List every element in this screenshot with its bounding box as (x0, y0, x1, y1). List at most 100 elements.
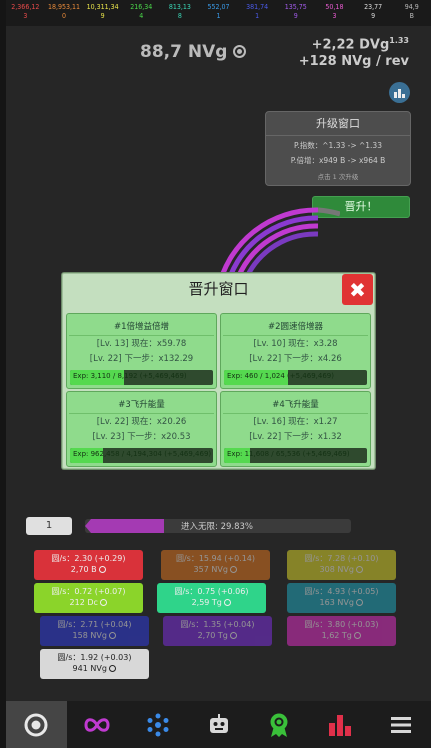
robot-icon (209, 713, 228, 733)
ring-currency-icon (100, 599, 108, 606)
generator-button[interactable]: 圆/s：2.71 (+0.04) 158 NVg (40, 616, 149, 646)
infinity-progress-bar: 进入无限: 29.83% (85, 519, 351, 533)
ring-currency-icon (109, 665, 117, 672)
card-line: [Lv. 22] 下一步：x1.32 (249, 432, 342, 442)
ring-stat: 23,77 9 (354, 0, 393, 26)
promotion-card[interactable]: #3飞升能量 [Lv. 22] 现在：x20.26 [Lv. 23] 下一步：x… (66, 391, 217, 467)
ring-count: B (409, 12, 414, 20)
ring-value: 552,07 (207, 3, 230, 11)
ring-value: 50,18 (325, 3, 344, 11)
generator-button[interactable]: 圆/s：15.94 (+0.14) 357 NVg (161, 550, 270, 580)
promotion-card[interactable]: #2圆速倍增器 [Lv. 10] 现在：x3.28 [Lv. 22] 下一步：x… (220, 313, 371, 389)
nav-tab-robot[interactable] (188, 701, 249, 748)
stats-icon[interactable] (389, 82, 410, 103)
generator-amount-value: 212 Dc (69, 598, 98, 607)
nav-tab-rings[interactable] (6, 701, 67, 748)
ring-currency-icon (233, 45, 247, 58)
infinity-level-button[interactable]: 1 (26, 517, 72, 535)
generator-rate: 圆/s：0.75 (+0.06) (174, 587, 249, 596)
generator-button[interactable]: 圆/s：0.75 (+0.06) 2,59 Tg (157, 583, 266, 613)
card-line: [Lv. 22] 下一步：x132.29 (89, 354, 194, 364)
nav-tab-menu[interactable] (370, 701, 431, 748)
generator-button[interactable]: 圆/s：1.35 (+0.04) 2,70 Tg (163, 616, 272, 646)
close-button[interactable]: ✖ (342, 274, 373, 305)
promotion-card[interactable]: #4飞升能量 [Lv. 16] 现在：x1.27 [Lv. 22] 下一步：x1… (220, 391, 371, 467)
generator-rate: 圆/s：2.30 (+0.29) (51, 554, 126, 563)
generator-button[interactable]: 圆/s：3.80 (+0.03) 1,62 Tg (287, 616, 396, 646)
generator-amount: 212 Dc (34, 597, 143, 608)
generator-amount-value: 163 NVg (319, 598, 354, 607)
card-title: #2圆速倍增器 (267, 322, 324, 332)
nav-tab-stats[interactable] (310, 701, 371, 748)
promotion-dialog: 晋升窗口 ✖ #1倍增益倍增 [Lv. 13] 现在：x59.78 [Lv. 2… (62, 273, 375, 469)
card-divider (223, 413, 368, 414)
menu-icon (390, 716, 411, 733)
main-currency-value: 88,7 NVg (140, 42, 228, 62)
generator-amount-value: 2,59 Tg (191, 598, 222, 607)
generator-rate: 圆/s：1.92 (+0.03) (57, 653, 132, 662)
generator-button[interactable]: 圆/s：1.92 (+0.03) 941 NVg (40, 649, 149, 679)
card-divider (223, 335, 368, 336)
ring-count: 3 (23, 12, 28, 20)
ring-value: 216,34 (130, 3, 153, 11)
cluster-icon (147, 713, 169, 736)
infinity-progress-label: 进入无限: 29.83% (181, 522, 253, 532)
main-currency: 88,7 NVg (140, 42, 247, 62)
generator-button[interactable]: 圆/s：4.93 (+0.05) 163 NVg (287, 583, 396, 613)
nav-tab-cluster[interactable] (127, 701, 188, 748)
ring-count: 9 (100, 12, 105, 20)
ring-currency-icon (354, 632, 362, 639)
generator-amount: 308 NVg (287, 564, 396, 575)
generator-amount: 2,70 Tg (163, 630, 272, 641)
generator-amount-value: 941 NVg (72, 664, 107, 673)
ring-count: 1 (255, 12, 260, 20)
card-exp-text: Exp: 962,458 / 4,194,304 (+5,469,469) (73, 450, 212, 458)
upgrade-window-line: P.倍增：x949 B -> x964 B (290, 156, 386, 165)
card-exp-text: Exp: 460 / 1,024 (+5,469,469) (227, 372, 334, 380)
ring-count: 1 (216, 12, 221, 20)
nav-tab-infinity[interactable] (67, 701, 128, 748)
ring-value: 2,366,12 (11, 3, 40, 11)
ring-value: 23,77 (364, 3, 383, 11)
ring-count: 8 (177, 12, 182, 20)
promotion-card[interactable]: #1倍增益倍增 [Lv. 13] 现在：x59.78 [Lv. 22] 下一步：… (66, 313, 217, 389)
generator-amount: 163 NVg (287, 597, 396, 608)
generator-amount-value: 357 NVg (193, 565, 228, 574)
stats-bars-icon (328, 714, 351, 736)
close-icon: ✖ (349, 277, 366, 302)
generator-button[interactable]: 圆/s：7.28 (+0.10) 308 NVg (287, 550, 396, 580)
generator-button[interactable]: 圆/s：2.30 (+0.29) 2,70 B (34, 550, 143, 580)
ring-stat: 381,74 1 (238, 0, 277, 26)
upgrade-window: 升级窗口 P.指数：^1.33 -> ^1.33 P.倍增：x949 B -> … (265, 111, 411, 186)
card-exp-bar: Exp: 3,110 / 8,192 (+5,469,469) (70, 370, 213, 385)
upgrade-window-title: 升级窗口 (266, 112, 410, 136)
ring-stat: 813,13 8 (161, 0, 200, 26)
ring-currency-icon (99, 566, 107, 573)
award-icon (270, 713, 288, 737)
nav-tab-awards[interactable] (249, 701, 310, 748)
ring-count: 3 (332, 12, 337, 20)
generator-rate: 圆/s：7.28 (+0.10) (304, 554, 379, 563)
ring-currency-icon (230, 566, 238, 573)
ring-value: 381,74 (246, 3, 269, 11)
dvg-rate: +2,22 DVg1.33 (312, 36, 409, 52)
ring-count: 9 (293, 12, 298, 20)
ring-stat: 2,366,12 3 (6, 0, 45, 26)
ring-count: 0 (61, 12, 66, 20)
infinity-progress-fill (85, 519, 165, 533)
ring-value: 10,311,34 (86, 3, 119, 11)
ring-stat: 94,9 B (392, 0, 431, 26)
ring-stats-bar: 2,366,12 3 18,953,11 0 10,311,34 9 216,34 4 … (6, 0, 431, 26)
generator-amount: 941 NVg (40, 663, 149, 674)
generator-amount-value: 2,70 Tg (197, 631, 228, 640)
ring-stat: 552,07 1 (199, 0, 238, 26)
ring-currency-icon (109, 632, 117, 639)
app-root: 2,366,12 3 18,953,11 0 10,311,34 9 216,34 4 … (0, 0, 431, 748)
card-exp-bar: Exp: 962,458 / 4,194,304 (+5,469,469) (70, 448, 213, 463)
ring-icon (24, 713, 48, 736)
generator-button[interactable]: 圆/s：0.72 (+0.07) 212 Dc (34, 583, 143, 613)
generator-amount: 2,59 Tg (157, 597, 266, 608)
ring-stat: 216,34 4 (122, 0, 161, 26)
card-line: [Lv. 22] 下一步：x4.26 (249, 354, 342, 364)
ring-value: 94,9 (404, 3, 419, 11)
